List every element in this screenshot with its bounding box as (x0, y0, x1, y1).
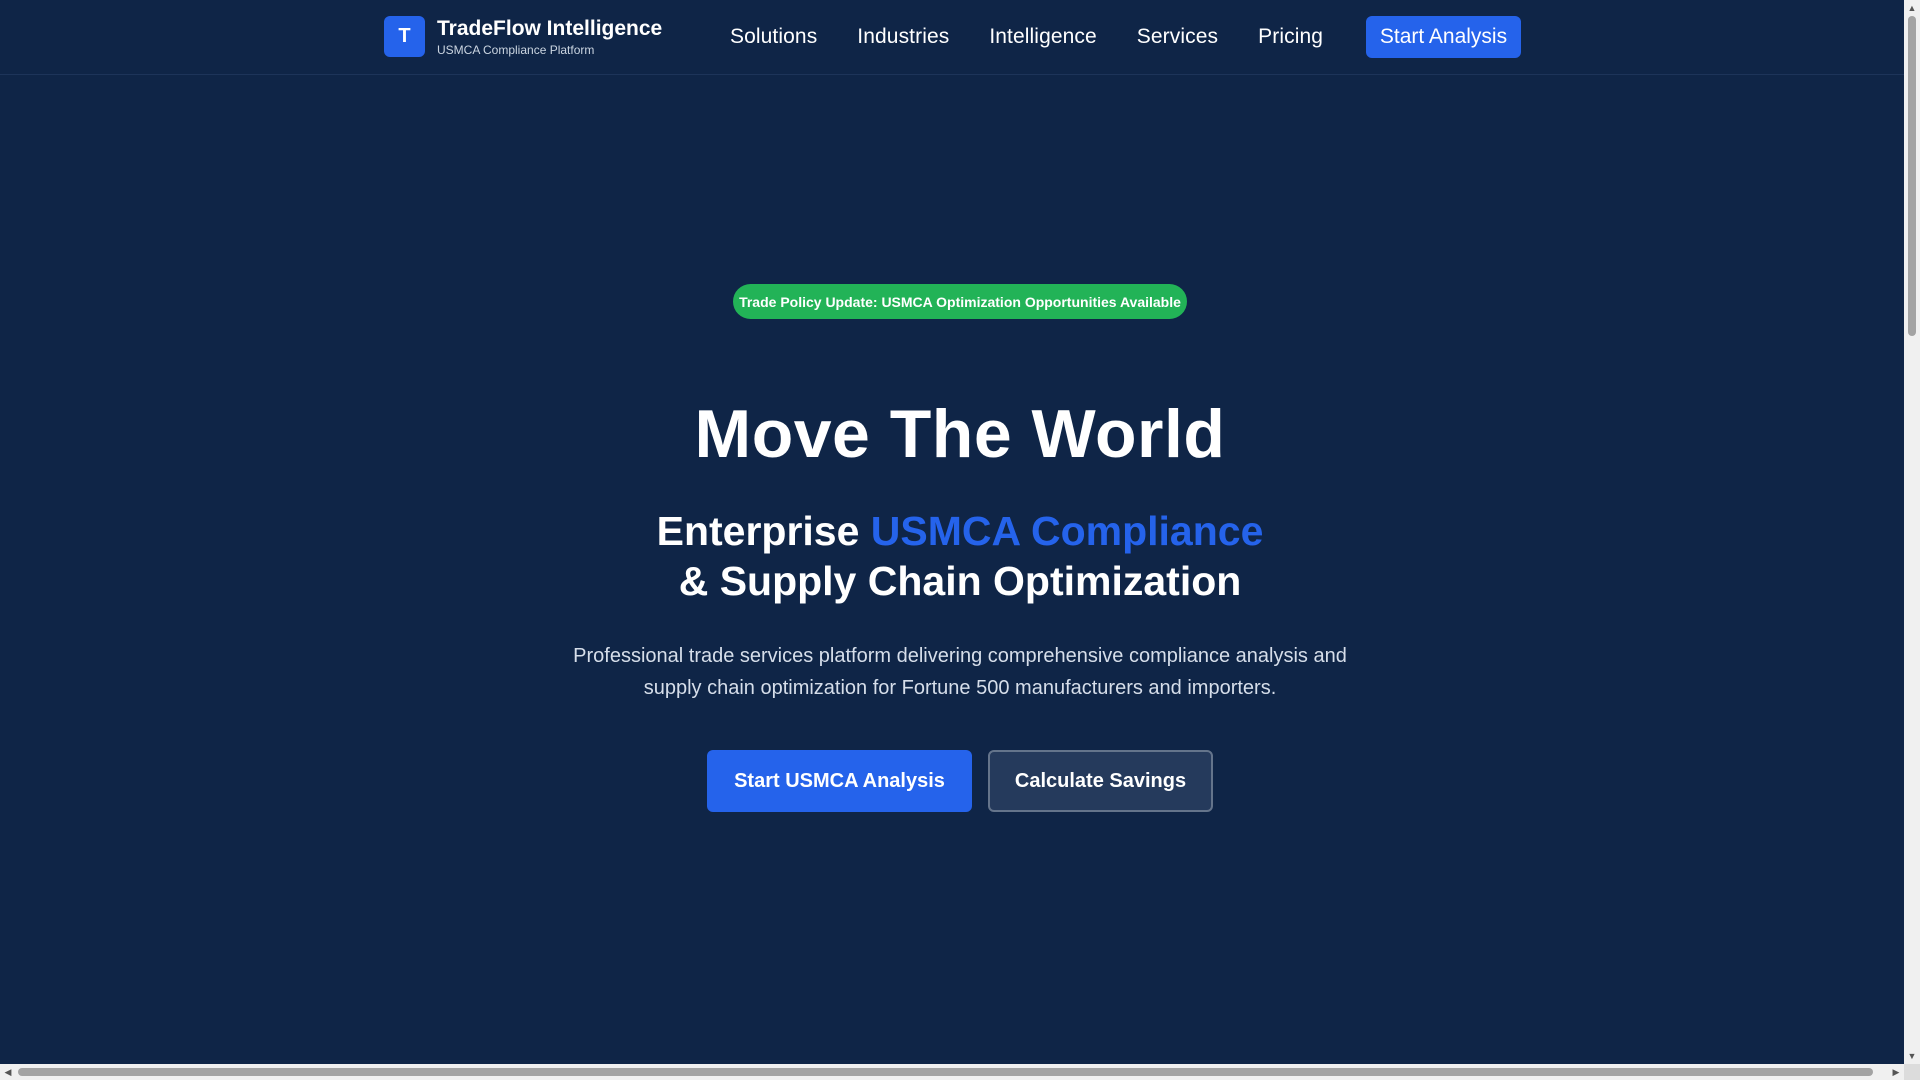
hero-subtitle-line2: & Supply Chain Optimization (678, 558, 1242, 604)
main-nav: Solutions Industries Intelligence Servic… (730, 16, 1363, 58)
page: T TradeFlow Intelligence USMCA Complianc… (0, 0, 1920, 1080)
vertical-scrollbar[interactable]: ▲ ▼ (1904, 0, 1920, 1080)
hero-subtitle-accent: USMCA Compliance (870, 508, 1264, 554)
scrollbar-corner (1904, 1064, 1920, 1080)
horizontal-scrollbar[interactable]: ◀ ▶ (0, 1064, 1904, 1080)
hero-description: Professional trade services platform del… (573, 645, 1347, 699)
scroll-down-icon[interactable]: ▼ (1904, 1048, 1920, 1064)
site-header: T TradeFlow Intelligence USMCA Complianc… (0, 0, 1904, 75)
nav-item-services[interactable]: Services (1137, 25, 1218, 49)
scroll-up-icon[interactable]: ▲ (1904, 0, 1920, 16)
brand-logo-icon: T (384, 16, 425, 57)
nav-item-industries[interactable]: Industries (857, 25, 949, 49)
vertical-scroll-thumb[interactable] (1908, 16, 1916, 336)
hero-subtitle: Enterprise USMCA Compliance & Supply Cha… (0, 506, 1920, 606)
hero-subtitle-prefix: Enterprise (656, 508, 871, 554)
nav-item-intelligence[interactable]: Intelligence (989, 25, 1096, 49)
nav-item-pricing[interactable]: Pricing (1258, 25, 1323, 49)
calculate-savings-button[interactable]: Calculate Savings (988, 750, 1213, 812)
hero-title: Move The World (694, 396, 1226, 472)
start-analysis-button[interactable]: Start Analysis (1366, 16, 1521, 58)
nav-item-solutions[interactable]: Solutions (730, 25, 817, 49)
scroll-right-icon[interactable]: ▶ (1888, 1064, 1904, 1080)
brand-text: TradeFlow Intelligence USMCA Compliance … (437, 18, 662, 56)
horizontal-scroll-thumb[interactable] (18, 1068, 1873, 1076)
scroll-left-icon[interactable]: ◀ (0, 1064, 16, 1080)
policy-update-badge: Trade Policy Update: USMCA Optimization … (733, 284, 1187, 319)
brand-subtitle: USMCA Compliance Platform (437, 42, 595, 57)
brand[interactable]: T TradeFlow Intelligence USMCA Complianc… (384, 16, 662, 57)
brand-title: TradeFlow Intelligence (437, 16, 663, 40)
start-usmca-analysis-button[interactable]: Start USMCA Analysis (707, 750, 972, 812)
